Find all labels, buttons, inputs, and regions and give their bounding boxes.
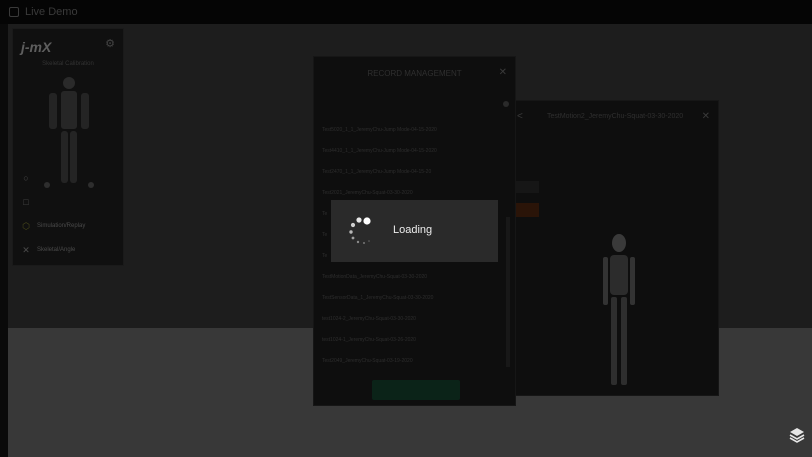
skeleton-model bbox=[603, 234, 635, 385]
menu-item-simulation-replay[interactable]: ⬡ Simulation/Replay bbox=[21, 217, 121, 235]
search-icon[interactable] bbox=[503, 101, 509, 107]
record-item[interactable]: test1024-2_JeremyChu-Squat-03-30-2020 bbox=[322, 316, 416, 322]
record-item[interactable]: Te bbox=[322, 211, 327, 217]
circle-icon: ○ bbox=[23, 173, 29, 183]
hexagon-icon: ⬡ bbox=[22, 221, 30, 231]
window-title: Live Demo bbox=[25, 6, 78, 18]
loading-label: Loading bbox=[393, 224, 433, 236]
layers-icon[interactable] bbox=[789, 427, 805, 443]
gear-icon[interactable]: ⚙ bbox=[105, 37, 115, 50]
record-item[interactable]: TestSensorData_1_JeremyChu-Squat-03-30-2… bbox=[322, 295, 433, 301]
preview-panel: < TestMotion2_JeremyChu-Squat-03-30-2020… bbox=[477, 100, 719, 396]
record-item[interactable]: Te bbox=[322, 232, 327, 238]
menu-item-label: Skeletal/Angle bbox=[37, 247, 76, 253]
loading-dialog: Loading bbox=[331, 200, 498, 262]
menu-item-skeletal-angle[interactable]: ✕ Skeletal/Angle bbox=[21, 241, 121, 259]
record-item[interactable]: test1024-1_JeremyChu-Squat-03-26-2020 bbox=[322, 337, 416, 343]
app-icon bbox=[9, 7, 19, 17]
record-item[interactable]: Test4410_1_1_JeremyChu-Jump Mode-04-15-2… bbox=[322, 148, 437, 154]
square-icon: □ bbox=[23, 197, 29, 207]
record-item[interactable]: Test2021_JeremyChu-Squat-03-30-2020 bbox=[322, 190, 413, 196]
left-panel: j-mX ⚙ Skeletal Calibration ○ □ ⬡ Simula… bbox=[12, 28, 124, 266]
close-icon[interactable]: ✕ bbox=[499, 67, 507, 78]
record-item[interactable]: Test2470_1_1_JeremyChu-Jump Mode-04-15-2… bbox=[322, 169, 431, 175]
record-item[interactable]: TestMotionData_JeremyChu-Squat-03-30-202… bbox=[322, 274, 427, 280]
record-item[interactable]: Te bbox=[322, 253, 327, 259]
record-item[interactable]: Test2049_JeremyChu-Squat-03-19-2020 bbox=[322, 358, 413, 364]
menu-item-1[interactable]: ○ bbox=[21, 169, 121, 187]
menu-item-2[interactable]: □ bbox=[21, 193, 121, 211]
title-bar: Live Demo bbox=[0, 0, 812, 24]
record-management-title: RECORD MANAGEMENT bbox=[367, 69, 462, 78]
panel-subtitle: Skeletal Calibration bbox=[42, 61, 94, 67]
record-list-scrollbar[interactable] bbox=[506, 217, 510, 367]
app-logo: j-mX bbox=[21, 39, 52, 55]
preview-title: TestMotion2_JeremyChu-Squat-03-30-2020 bbox=[547, 113, 684, 120]
share-icon[interactable]: < bbox=[517, 111, 523, 122]
record-item[interactable]: Test5020_1_1_JeremyChu-Jump Mode-04-15-2… bbox=[322, 127, 437, 133]
spinner-icon bbox=[349, 217, 371, 244]
record-action-button[interactable] bbox=[372, 380, 460, 400]
menu-item-label: Simulation/Replay bbox=[37, 223, 86, 229]
close-icon[interactable]: ✕ bbox=[702, 111, 710, 122]
skeleton-icon: ✕ bbox=[22, 245, 30, 255]
